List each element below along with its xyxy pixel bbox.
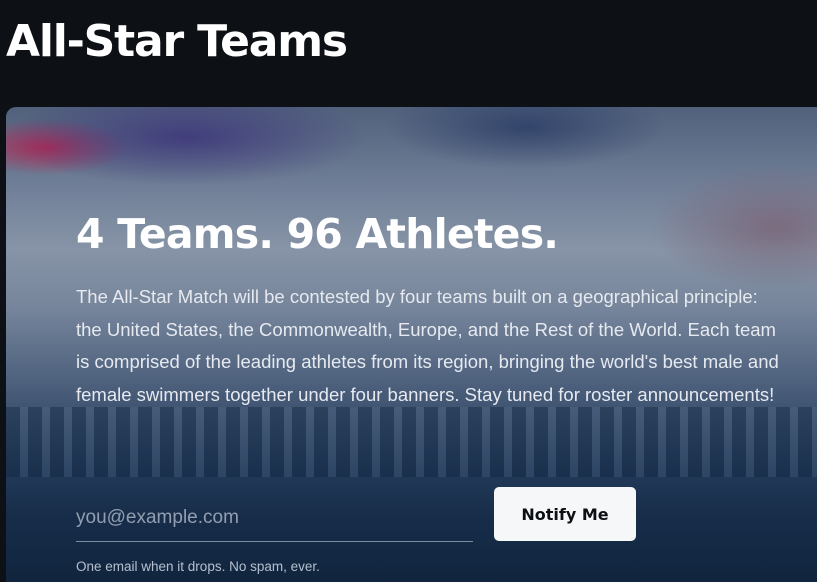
fine-print: One email when it drops. No spam, ever. (76, 559, 320, 574)
page-title: All-Star Teams (6, 16, 348, 67)
email-input[interactable] (76, 503, 471, 533)
hero-banner: 4 Teams. 96 Athletes. The All-Star Match… (6, 107, 817, 582)
hero-title: 4 Teams. 96 Athletes. (76, 210, 559, 258)
hero-description: The All-Star Match will be contested by … (76, 286, 779, 405)
notify-me-button[interactable]: Notify Me (494, 487, 636, 541)
email-field[interactable] (76, 495, 473, 542)
hero-content: 4 Teams. 96 Athletes. The All-Star Match… (76, 107, 796, 582)
